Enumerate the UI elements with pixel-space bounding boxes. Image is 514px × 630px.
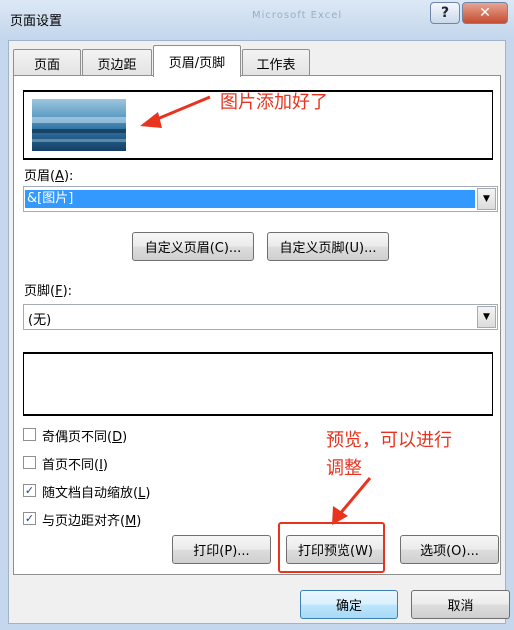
help-button[interactable]: ? (430, 2, 460, 24)
options-button[interactable]: 选项(O)... (400, 535, 499, 564)
first-page-label: 首页不同(I) (42, 458, 108, 473)
window-title: 页面设置 (10, 14, 63, 29)
preview-note-line2: 调整 (326, 458, 362, 479)
odd-even-label: 奇偶页不同(D) (42, 430, 128, 445)
header-selected-value: &[图片] (25, 190, 475, 208)
tab-label: 页面 (33, 57, 60, 73)
chevron-down-icon[interactable]: ▼ (477, 188, 496, 210)
tab-sheet[interactable]: 工作表 (242, 49, 310, 76)
close-icon: ✕ (479, 5, 491, 21)
ok-button[interactable]: 确定 (300, 590, 398, 619)
footer-label: 页脚(F): (24, 284, 73, 299)
tab-margins[interactable]: 页边距 (82, 49, 152, 76)
print-button[interactable]: 打印(P)... (172, 535, 271, 564)
image-added-note: 图片添加好了 (220, 92, 328, 113)
chevron-down-icon[interactable]: ▼ (477, 306, 496, 328)
scale-with-document-checkbox[interactable]: ✓ (23, 484, 36, 497)
help-icon: ? (440, 5, 450, 21)
header-select[interactable]: &[图片] ▼ (23, 186, 498, 212)
custom-header-button[interactable]: 自定义页眉(C)... (132, 232, 254, 261)
cancel-button[interactable]: 取消 (411, 590, 510, 619)
first-page-checkbox[interactable] (23, 456, 36, 469)
header-image-thumbnail (32, 99, 126, 151)
odd-even-checkbox[interactable] (23, 428, 36, 441)
checkmark-icon: ✓ (24, 512, 35, 525)
tab-label: 页边距 (97, 57, 137, 73)
dialog-body: 页面 页边距 页眉/页脚 工作表 页眉(A): &[图片] ▼ 自定义页眉(C)… (8, 40, 510, 624)
print-preview-highlight (278, 522, 385, 573)
background-window-title: Microsoft Excel (252, 10, 343, 21)
scale-with-document-label: 随文档自动缩放(L) (42, 486, 151, 501)
tab-panel: 页眉(A): &[图片] ▼ 自定义页眉(C)... 自定义页脚(U)... 页… (13, 75, 501, 575)
footer-select[interactable]: (无) ▼ (23, 304, 498, 330)
close-button[interactable]: ✕ (462, 2, 508, 24)
tab-page[interactable]: 页面 (13, 49, 81, 76)
align-margins-checkbox[interactable]: ✓ (23, 512, 36, 525)
tab-label: 页眉/页脚 (168, 56, 226, 71)
checkmark-icon: ✓ (24, 484, 35, 497)
align-margins-label: 与页边距对齐(M) (42, 514, 142, 529)
preview-note-line1: 预览，可以进行 (326, 430, 452, 451)
tab-label: 工作表 (256, 57, 296, 73)
footer-selected-value: (无) (28, 313, 52, 328)
footer-preview (23, 352, 493, 416)
custom-footer-button[interactable]: 自定义页脚(U)... (267, 232, 389, 261)
tab-header-footer[interactable]: 页眉/页脚 (153, 45, 241, 77)
header-label: 页眉(A): (24, 169, 74, 184)
title-bar: 页面设置 Microsoft Excel ? ✕ (0, 0, 514, 40)
